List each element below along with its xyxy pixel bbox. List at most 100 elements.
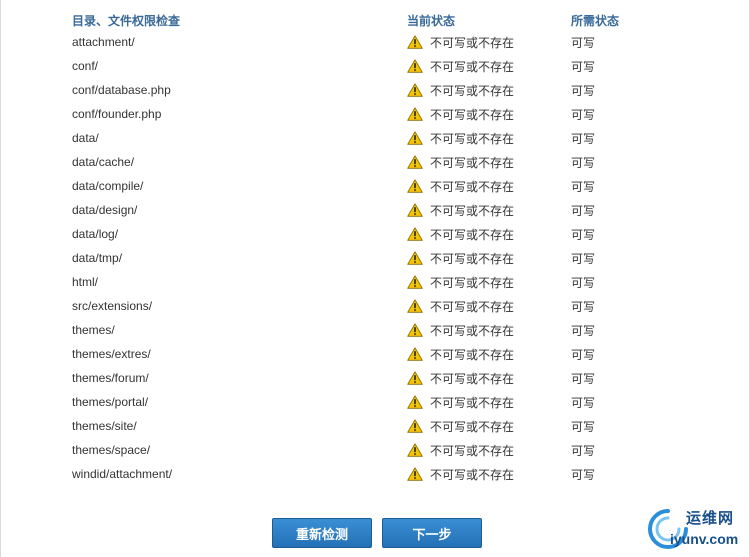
header-required-status: 所需状态 [571,13,620,28]
current-status-text: 不可写或不存在 [430,371,515,386]
path-cell: html/ [72,275,99,289]
path-cell: themes/ [72,323,115,337]
current-status: 不可写或不存在 [407,34,571,51]
next-step-button[interactable]: 下一步 [382,518,482,548]
table-row: data/cache/ 不可写或不存在 可写 [72,150,672,174]
warning-icon [407,155,423,169]
path-cell: data/compile/ [72,179,144,193]
required-status: 可写 [571,299,596,314]
required-status: 可写 [571,179,596,194]
current-status: 不可写或不存在 [407,58,571,75]
current-status-text: 不可写或不存在 [430,275,515,290]
required-status: 可写 [571,203,596,218]
current-status-text: 不可写或不存在 [430,467,515,482]
current-status: 不可写或不存在 [407,250,571,267]
table-row: data/log/ 不可写或不存在 可写 [72,222,672,246]
warning-icon [407,419,423,433]
table-row: conf/founder.php 不可写或不存在 可写 [72,102,672,126]
required-status: 可写 [571,155,596,170]
action-buttons: 重新检测 下一步 [272,518,482,548]
path-cell: data/ [72,131,99,145]
current-status-text: 不可写或不存在 [430,347,515,362]
current-status-text: 不可写或不存在 [430,83,515,98]
current-status: 不可写或不存在 [407,442,571,459]
required-status: 可写 [571,275,596,290]
table-row: src/extensions/ 不可写或不存在 可写 [72,294,672,318]
current-status-text: 不可写或不存在 [430,419,515,434]
current-status: 不可写或不存在 [407,466,571,483]
required-status: 可写 [571,59,596,74]
table-row: conf/database.php 不可写或不存在 可写 [72,78,672,102]
required-status: 可写 [571,419,596,434]
current-status-text: 不可写或不存在 [430,107,515,122]
warning-icon [407,227,423,241]
current-status: 不可写或不存在 [407,274,571,291]
table-row: themes/site/ 不可写或不存在 可写 [72,414,672,438]
current-status: 不可写或不存在 [407,82,571,99]
warning-icon [407,395,423,409]
path-cell: data/tmp/ [72,251,123,265]
table-row: attachment/ 不可写或不存在 可写 [72,30,672,54]
path-cell: windid/attachment/ [72,467,173,481]
table-body: attachment/ 不可写或不存在 可写 conf/ 不可写或不存在 可写 … [72,30,672,486]
path-cell: themes/extres/ [72,347,151,361]
required-status: 可写 [571,443,596,458]
required-status: 可写 [571,347,596,362]
watermark-logo: 运维网 iyunv.com [646,505,742,551]
table-header-row: 目录、文件权限检查 当前状态 所需状态 [72,10,672,30]
required-status: 可写 [571,371,596,386]
current-status: 不可写或不存在 [407,226,571,243]
table-row: data/ 不可写或不存在 可写 [72,126,672,150]
current-status: 不可写或不存在 [407,298,571,315]
warning-icon [407,179,423,193]
required-status: 可写 [571,467,596,482]
header-path: 目录、文件权限检查 [72,13,181,28]
path-cell: data/design/ [72,203,138,217]
path-cell: attachment/ [72,35,135,49]
required-status: 可写 [571,395,596,410]
warning-icon [407,251,423,265]
current-status-text: 不可写或不存在 [430,59,515,74]
current-status: 不可写或不存在 [407,106,571,123]
table-row: themes/space/ 不可写或不存在 可写 [72,438,672,462]
current-status-text: 不可写或不存在 [430,203,515,218]
current-status-text: 不可写或不存在 [430,395,515,410]
path-cell: themes/forum/ [72,371,149,385]
path-cell: themes/space/ [72,443,151,457]
warning-icon [407,203,423,217]
required-status: 可写 [571,35,596,50]
header-current-status: 当前状态 [407,13,456,28]
recheck-button[interactable]: 重新检测 [272,518,372,548]
current-status: 不可写或不存在 [407,202,571,219]
path-cell: data/log/ [72,227,119,241]
table-row: themes/extres/ 不可写或不存在 可写 [72,342,672,366]
watermark-domain: iyunv.com [670,531,739,547]
current-status-text: 不可写或不存在 [430,323,515,338]
current-status: 不可写或不存在 [407,322,571,339]
path-cell: src/extensions/ [72,299,153,313]
path-cell: conf/ [72,59,99,73]
current-status: 不可写或不存在 [407,370,571,387]
required-status: 可写 [571,251,596,266]
permission-check-table: 目录、文件权限检查 当前状态 所需状态 attachment/ 不可写或不存在 … [72,10,672,486]
warning-icon [407,467,423,481]
required-status: 可写 [571,227,596,242]
current-status: 不可写或不存在 [407,346,571,363]
warning-icon [407,371,423,385]
table-row: themes/portal/ 不可写或不存在 可写 [72,390,672,414]
warning-icon [407,83,423,97]
left-border [0,0,1,557]
table-row: conf/ 不可写或不存在 可写 [72,54,672,78]
current-status-text: 不可写或不存在 [430,155,515,170]
required-status: 可写 [571,107,596,122]
warning-icon [407,323,423,337]
table-row: themes/forum/ 不可写或不存在 可写 [72,366,672,390]
path-cell: data/cache/ [72,155,135,169]
current-status: 不可写或不存在 [407,394,571,411]
current-status-text: 不可写或不存在 [430,179,515,194]
path-cell: conf/database.php [72,83,171,97]
current-status-text: 不可写或不存在 [430,299,515,314]
path-cell: themes/portal/ [72,395,149,409]
current-status-text: 不可写或不存在 [430,443,515,458]
table-row: data/design/ 不可写或不存在 可写 [72,198,672,222]
